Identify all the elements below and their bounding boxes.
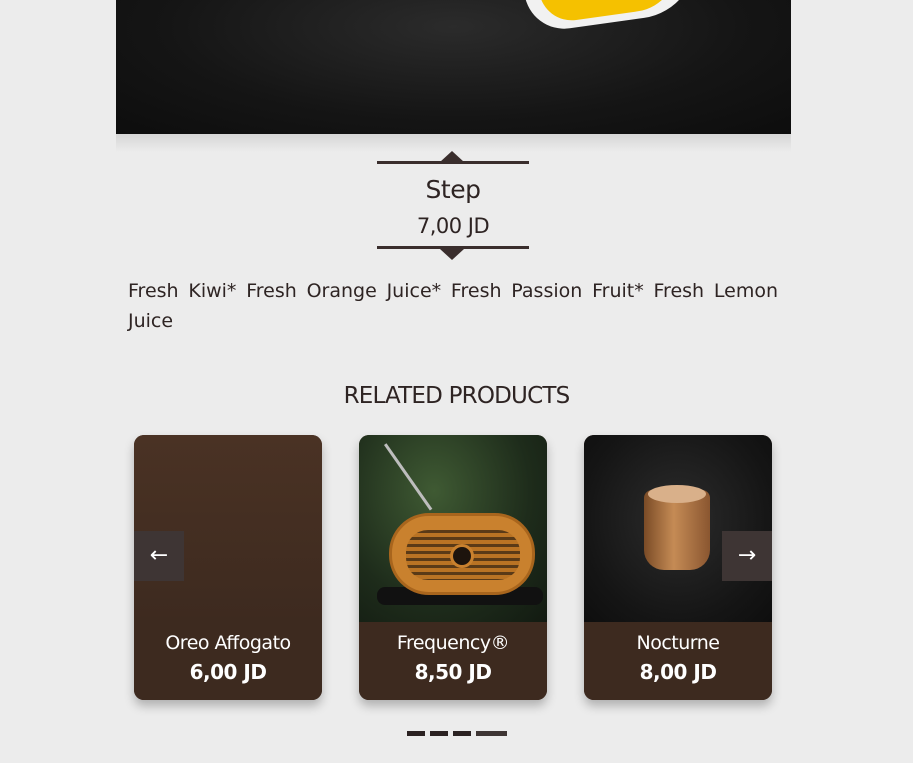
carousel-next-button[interactable]: →: [722, 531, 772, 581]
product-image[interactable]: [359, 435, 547, 622]
product-image[interactable]: [584, 435, 772, 622]
product-card-name[interactable]: Frequency®: [359, 632, 547, 654]
radio-knob-graphic: [450, 544, 474, 568]
carousel-prev-button[interactable]: ←: [134, 531, 184, 581]
carousel-dot-1[interactable]: [406, 731, 425, 736]
triangle-down-icon: [440, 249, 464, 260]
product-card-frequency[interactable]: Frequency® 8,50 JD: [359, 435, 547, 700]
product-card-price: 8,50 JD: [414, 660, 492, 684]
carousel-dot-4[interactable]: [475, 731, 507, 736]
product-name: Step: [425, 175, 481, 204]
straw-graphic: [384, 443, 433, 511]
product-image[interactable]: [134, 435, 322, 622]
carousel-dot-2[interactable]: [429, 731, 448, 736]
product-hero-image: [116, 0, 791, 134]
product-card-caption[interactable]: Oreo Affogato 6,00 JD: [134, 622, 322, 700]
cup-rim-graphic: [648, 485, 706, 503]
related-products-carousel: Oreo Affogato 6,00 JD Frequency® 8,50 JD…: [134, 435, 772, 715]
product-card-price: 6,00 JD: [189, 660, 267, 684]
carousel-pagination: [0, 731, 913, 737]
related-products-heading: RELATED PRODUCTS: [343, 383, 571, 409]
product-card-name[interactable]: Nocturne: [584, 632, 772, 654]
product-card-caption[interactable]: Frequency® 8,50 JD: [359, 622, 547, 700]
carousel-dot-3[interactable]: [452, 731, 471, 736]
product-price: 7,00 JD: [416, 214, 490, 238]
arrow-left-icon: ←: [149, 543, 169, 568]
radio-graphic: [389, 513, 535, 595]
hero-shadow: [116, 134, 791, 152]
arrow-right-icon: →: [737, 543, 757, 568]
product-card-name[interactable]: Oreo Affogato: [134, 632, 322, 654]
product-card-price: 8,00 JD: [639, 660, 717, 684]
product-title-block: Step 7,00 JD: [377, 151, 529, 261]
divider-top: [377, 161, 529, 164]
product-description: Fresh Kiwi* Fresh Orange Juice* Fresh Pa…: [128, 280, 778, 332]
product-card-caption[interactable]: Nocturne 8,00 JD: [584, 622, 772, 700]
